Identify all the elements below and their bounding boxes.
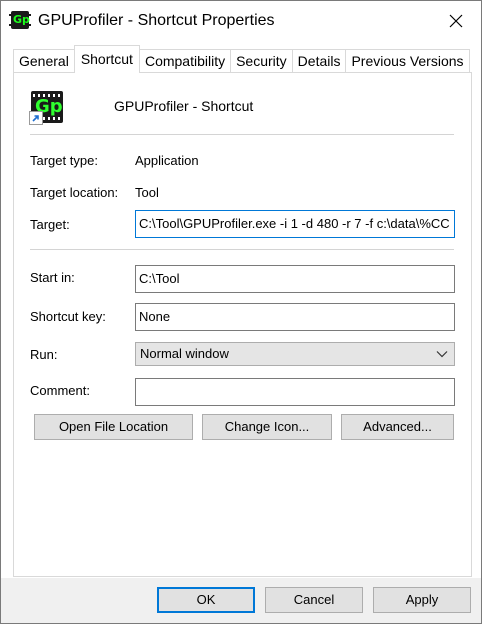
tab-previous-versions[interactable]: Previous Versions (345, 49, 470, 73)
target-location-label: Target location: (30, 185, 119, 200)
target-location-value: Tool (135, 185, 159, 200)
dialog-button-bar: OK Cancel Apply (1, 578, 481, 623)
advanced-button[interactable]: Advanced... (341, 414, 454, 440)
tab-general[interactable]: General (13, 49, 75, 73)
apply-button[interactable]: Apply (373, 587, 471, 613)
tab-security[interactable]: Security (230, 49, 293, 73)
target-type-label: Target type: (30, 153, 98, 168)
shortcut-key-field[interactable]: None (135, 303, 455, 331)
target-label: Target: (30, 217, 70, 232)
cancel-button[interactable]: Cancel (265, 587, 363, 613)
gpuprofiler-icon: Gp (9, 11, 31, 29)
shortcut-arrow-icon (29, 111, 43, 125)
tab-strip: General Shortcut Compatibility Security … (13, 45, 470, 73)
title-bar: Gp GPUProfiler - Shortcut Properties (1, 1, 481, 41)
run-select-value: Normal window (140, 346, 229, 361)
chevron-down-icon (436, 343, 448, 365)
start-in-field[interactable]: C:\Tool (135, 265, 455, 293)
change-icon-button[interactable]: Change Icon... (202, 414, 332, 440)
close-button[interactable] (433, 3, 479, 39)
divider-top (30, 134, 454, 135)
run-select[interactable]: Normal window (135, 342, 455, 366)
app-icon-text: Gp (13, 13, 30, 26)
comment-label: Comment: (30, 383, 90, 398)
shortcut-name: GPUProfiler - Shortcut (114, 98, 254, 114)
tab-compatibility[interactable]: Compatibility (138, 49, 232, 73)
target-field-text: C:\Tool\GPUProfiler.exe -i 1 -d 480 -r 7… (139, 216, 450, 231)
shortcut-key-label: Shortcut key: (30, 309, 106, 324)
tab-shortcut[interactable]: Shortcut (73, 45, 140, 73)
properties-dialog: Gp GPUProfiler - Shortcut Properties Gen… (0, 0, 482, 624)
comment-field[interactable] (135, 378, 455, 406)
ok-button[interactable]: OK (157, 587, 255, 613)
target-type-value: Application (135, 153, 199, 168)
run-label: Run: (30, 347, 58, 362)
divider-middle (30, 249, 454, 250)
shortcut-panel: Gp GPUProfiler - Shortcut Target type: A… (13, 72, 472, 577)
window-title: GPUProfiler - Shortcut Properties (38, 12, 275, 29)
start-in-label: Start in: (30, 270, 75, 285)
tab-details[interactable]: Details (291, 49, 347, 73)
open-file-location-button[interactable]: Open File Location (34, 414, 193, 440)
close-icon (449, 14, 463, 28)
target-field[interactable]: C:\Tool\GPUProfiler.exe -i 1 -d 480 -r 7… (135, 210, 455, 238)
